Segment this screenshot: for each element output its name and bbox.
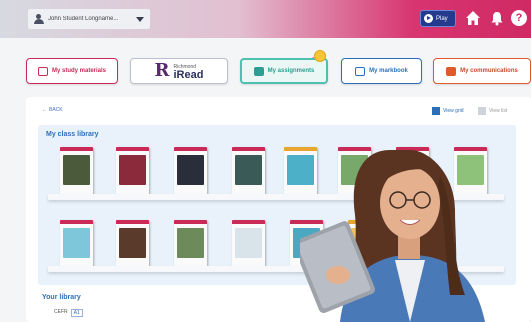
nav-my-markbook[interactable]: My markbook [341, 58, 422, 84]
nav-richmond-iread[interactable]: R Richmond iRead [130, 58, 228, 84]
book-band [116, 147, 149, 151]
view-grid-toggle[interactable]: View grid [432, 105, 463, 116]
iread-wordmark: Richmond iRead [173, 63, 204, 81]
help-icon[interactable]: ? [511, 10, 527, 26]
book-cover[interactable] [174, 147, 207, 195]
book-cover[interactable] [116, 220, 149, 268]
class-library-title: My class library [46, 131, 99, 138]
book-band [60, 147, 93, 151]
book-band [116, 220, 149, 224]
book-band [60, 220, 93, 224]
list-icon [478, 106, 486, 115]
book-cover[interactable] [116, 147, 149, 195]
book-cover-art [119, 155, 146, 185]
book-cover[interactable] [232, 220, 265, 268]
home-icon[interactable] [465, 10, 481, 26]
nav-label: My assignments [267, 68, 315, 74]
nav-label: My study materials [51, 68, 107, 74]
notification-star-icon [314, 50, 326, 62]
your-library-title: Your library [42, 294, 81, 301]
book-cover-art [177, 228, 204, 258]
book-cover-art [235, 155, 262, 185]
play-label: Play [436, 15, 448, 22]
book-cover-art [119, 228, 146, 258]
book-band [232, 220, 265, 224]
nav-my-study-materials[interactable]: My study materials [26, 58, 118, 84]
book-cover[interactable] [174, 220, 207, 268]
filter-chip[interactable]: A1 [70, 309, 83, 317]
top-bar: John Student Longname... Play ? [0, 0, 531, 38]
book-cover-art [235, 228, 262, 258]
back-link[interactable]: ← BACK [42, 107, 63, 113]
nav-my-communications[interactable]: My communications [433, 58, 531, 84]
book-cover-art [63, 155, 90, 185]
book-cover[interactable] [60, 147, 93, 195]
back-label: BACK [49, 107, 63, 113]
view-list-toggle[interactable]: View list [478, 105, 507, 116]
play-icon [424, 14, 433, 23]
assignment-icon [253, 66, 264, 76]
grid-icon [432, 106, 440, 115]
book-cover-art [177, 155, 204, 185]
arrow-left-icon: ← [42, 107, 47, 113]
nav-label: My communications [460, 68, 518, 74]
student-photo [300, 150, 485, 322]
iread-logo: R [154, 60, 170, 81]
book-band [174, 147, 207, 151]
user-name: John Student Longname... [48, 16, 119, 22]
message-icon [446, 66, 457, 76]
bell-icon[interactable] [490, 11, 504, 26]
book-band [232, 147, 265, 151]
play-button[interactable]: Play [420, 10, 456, 27]
view-grid-label: View grid [443, 107, 464, 114]
markbook-icon [355, 66, 366, 76]
user-dropdown[interactable]: John Student Longname... [28, 9, 150, 29]
library-filters: CEFR A1 [54, 309, 83, 317]
iread-brand-big: iRead [173, 69, 204, 81]
filter-label: CEFR [54, 309, 68, 315]
user-icon [34, 14, 44, 24]
book-cover-art [63, 228, 90, 258]
book-icon [37, 66, 48, 76]
nav-label: My markbook [369, 68, 408, 74]
book-band [174, 220, 207, 224]
chevron-down-icon [136, 16, 144, 22]
view-list-label: View list [489, 107, 508, 114]
book-cover[interactable] [232, 147, 265, 195]
book-cover[interactable] [60, 220, 93, 268]
nav-my-assignments[interactable]: My assignments [240, 58, 328, 84]
